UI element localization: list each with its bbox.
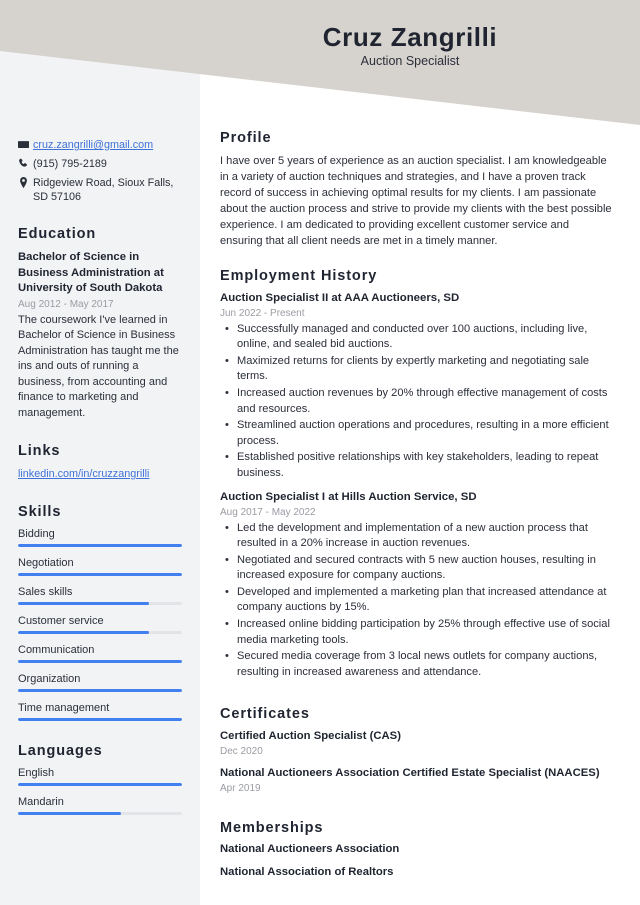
skill-item: Negotiation [18,557,182,576]
language-item: English [18,767,182,786]
job-bullet: Streamlined auction operations and proce… [225,418,612,449]
skill-item: Bidding [18,528,182,547]
skill-item: Time management [18,702,182,721]
job-date: Aug 2017 - May 2022 [220,506,316,518]
job-bullet: Successfully managed and conducted over … [225,322,612,353]
profile-section: Profile I have over 5 years of experienc… [220,130,612,250]
job-title: Auction Specialist I at Hills Auction Se… [220,490,477,503]
languages-heading: Languages [18,743,103,759]
membership-item: National Auctioneers Association [220,843,400,856]
job-entry: Auction Specialist II at AAA Auctioneers… [220,291,612,482]
job-bullet: Maximized returns for clients by expertl… [225,354,612,385]
memberships-section: Memberships National Auctioneers Associa… [220,820,612,878]
skill-bar-fill [18,718,182,721]
certificates-section: Certificates Certified Auction Specialis… [220,706,612,794]
profile-heading: Profile [220,130,272,146]
employment-section: Employment History Auction Specialist II… [220,268,612,681]
skill-label: Customer service [18,615,104,627]
phone-value: (915) 795-2189 [33,158,107,170]
language-bar-track [18,812,182,815]
skill-bar-track [18,602,182,605]
skill-bar-fill [18,573,182,576]
skill-label: Organization [18,673,81,685]
skill-label: Negotiation [18,557,74,569]
link-item[interactable]: linkedin.com/in/cruzzangrilli [18,467,182,482]
certificate-item: National Auctioneers Association Certifi… [220,766,612,794]
skill-label: Communication [18,644,95,656]
skill-bar-fill [18,544,182,547]
language-bar-fill [18,812,122,815]
job-bullet: Negotiated and secured contracts with 5 … [225,553,612,584]
membership-item: National Association of Realtors [220,866,394,879]
job-bullet: Increased auction revenues by 20% throug… [225,386,612,417]
certificates-heading: Certificates [220,706,310,723]
contact-list: cruz.zangrilli@gmail.com (915) 795-2189 … [18,138,182,204]
skill-bar-track [18,718,182,721]
job-bullet: Led the development and implementation o… [225,521,612,552]
skill-label: Time management [18,702,110,714]
job-title: Auction Specialist II at AAA Auctioneers… [220,291,460,304]
certificate-title: Certified Auction Specialist (CAS) [220,730,401,743]
job-bullet: Secured media coverage from 3 local news… [225,649,612,680]
links-list: linkedin.com/in/cruzzangrilli [18,467,182,482]
address-value: Ridgeview Road, Sioux Falls, SD 57106 [33,177,174,203]
education-date: Aug 2012 - May 2017 [18,298,114,310]
envelope-icon [18,138,33,150]
contact-item-phone: (915) 795-2189 [18,157,182,171]
skill-bar-track [18,544,182,547]
education-description: The coursework I've learned in Bachelor … [18,313,179,419]
email-link[interactable]: cruz.zangrilli@gmail.com [33,138,182,152]
language-label: English [18,767,55,779]
skill-bar-track [18,689,182,692]
education-heading: Education [18,226,97,242]
skills-heading: Skills [18,504,62,520]
skill-bar-track [18,631,182,634]
job-bullets: Led the development and implementation o… [220,521,612,681]
skill-bar-fill [18,689,182,692]
job-bullet: Increased online bidding participation b… [225,617,612,648]
skill-bar-track [18,660,182,663]
skill-item: Sales skills [18,586,182,605]
education-entry: Bachelor of Science in Business Administ… [18,250,182,421]
certificate-date: Dec 2020 [220,746,263,758]
language-item: Mandarin [18,796,182,815]
main-content: Profile I have over 5 years of experienc… [200,0,640,896]
job-entry: Auction Specialist I at Hills Auction Se… [220,490,612,681]
language-bar-fill [18,783,182,786]
contact-item-email[interactable]: cruz.zangrilli@gmail.com [18,138,182,152]
employment-heading: Employment History [220,267,378,284]
certificate-item: Certified Auction Specialist (CAS) Dec 2… [220,729,612,757]
skills-list: Bidding Negotiation Sales skills Custome… [18,528,182,721]
job-date: Jun 2022 - Present [220,307,305,319]
contact-item-address: Ridgeview Road, Sioux Falls, SD 57106 [18,176,182,204]
resume-page: Cruz Zangrilli Auction Specialist cruz.z… [0,0,640,905]
certificate-date: Apr 2019 [220,783,261,795]
skill-label: Sales skills [18,586,73,598]
sidebar: cruz.zangrilli@gmail.com (915) 795-2189 … [0,0,200,905]
linkedin-link[interactable]: linkedin.com/in/cruzzangrilli [18,468,149,480]
skill-item: Communication [18,644,182,663]
skill-item: Organization [18,673,182,692]
certificate-title: National Auctioneers Association Certifi… [220,767,600,780]
phone-icon [18,157,33,169]
skill-bar-fill [18,660,182,663]
job-bullets: Successfully managed and conducted over … [220,322,612,482]
skill-label: Bidding [18,528,55,540]
memberships-heading: Memberships [220,820,324,837]
job-bullet: Developed and implemented a marketing pl… [225,585,612,616]
language-bar-track [18,783,182,786]
job-bullet: Established positive relationships with … [225,450,612,481]
languages-list: English Mandarin [18,767,182,815]
links-heading: Links [18,443,61,459]
skill-bar-fill [18,602,150,605]
skill-item: Customer service [18,615,182,634]
location-pin-icon [18,176,33,188]
education-title: Bachelor of Science in Business Administ… [18,251,164,294]
language-label: Mandarin [18,796,64,808]
skill-bar-track [18,573,182,576]
profile-text: I have over 5 years of experience as an … [220,155,612,248]
skill-bar-fill [18,631,150,634]
